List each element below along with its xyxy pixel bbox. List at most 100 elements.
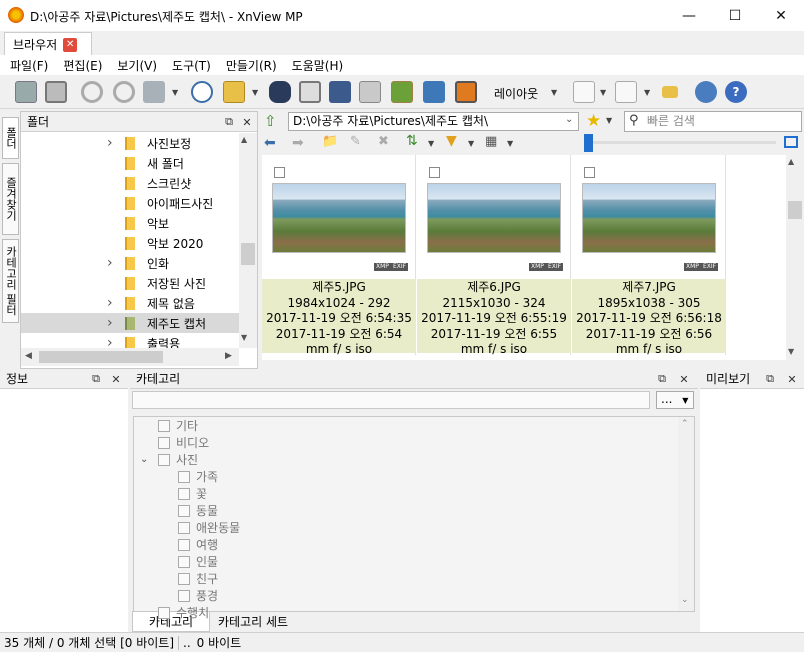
- folder-item[interactable]: 악보 2020: [21, 233, 239, 253]
- category-checkbox[interactable]: [178, 589, 190, 602]
- folder-item[interactable]: 새 폴더: [21, 153, 239, 173]
- category-more-button[interactable]: ... ▼: [656, 391, 694, 409]
- chevron-right-icon[interactable]: ›: [107, 135, 113, 151]
- chevron-right-icon[interactable]: ›: [107, 255, 113, 271]
- panel-float-icon[interactable]: ⧉: [654, 371, 670, 387]
- zoom-slider[interactable]: [584, 141, 776, 144]
- category-item[interactable]: 수행치: [134, 604, 674, 621]
- view-mode-icon[interactable]: ▦: [485, 134, 497, 149]
- filter-icon[interactable]: ▼: [446, 133, 457, 149]
- print-button[interactable]: [296, 78, 324, 106]
- tab-browser[interactable]: 브라우저 ✕: [4, 32, 92, 56]
- category-checkbox[interactable]: [178, 555, 190, 568]
- view-mode-dropdown-icon[interactable]: ▼: [507, 139, 513, 148]
- side-tab-category-filter[interactable]: 카테고리 필터: [2, 239, 19, 323]
- category-item[interactable]: 꽃: [134, 485, 674, 502]
- folder-item[interactable]: 악보: [21, 213, 239, 233]
- batch-convert-button[interactable]: [326, 78, 354, 106]
- back-arrow-icon[interactable]: ⬅: [264, 135, 276, 151]
- folder-item[interactable]: › 제주도 캡처: [21, 313, 239, 333]
- settings-button[interactable]: [692, 78, 720, 106]
- scroll-right-icon[interactable]: ▶: [225, 351, 232, 361]
- category-checkbox[interactable]: [178, 572, 190, 585]
- panel-close-icon[interactable]: ✕: [239, 114, 255, 130]
- folder-item[interactable]: 저장된 사진: [21, 273, 239, 293]
- delete-icon[interactable]: ✖: [378, 134, 389, 149]
- thumbnail-checkbox[interactable]: [429, 167, 440, 178]
- folder-item[interactable]: › 사진보정: [21, 133, 239, 153]
- category-item[interactable]: 친구: [134, 570, 674, 587]
- filter-dropdown-icon[interactable]: ▼: [468, 139, 474, 148]
- quick-search-input[interactable]: 빠른 검색: [624, 111, 802, 132]
- favorite-star-icon[interactable]: ★: [586, 111, 601, 131]
- browser-vertical-scrollbar[interactable]: ▲ ▼: [786, 155, 804, 360]
- category-checkbox[interactable]: [158, 419, 170, 432]
- category-checkbox[interactable]: [178, 504, 190, 517]
- thumbnail-item[interactable]: XMP EXIF 제주5.JPG 1984x1024 - 292 2017-11-19 …: [262, 155, 416, 356]
- menu-file[interactable]: 파일(F): [4, 57, 54, 74]
- properties-button[interactable]: [188, 78, 216, 106]
- layout-button[interactable]: 레이아웃: [494, 85, 538, 102]
- minimize-button[interactable]: —: [666, 0, 712, 31]
- forward-arrow-icon[interactable]: ➡: [292, 135, 304, 151]
- category-item[interactable]: 비디오: [134, 434, 674, 451]
- category-checkbox[interactable]: [178, 487, 190, 500]
- category-checkbox[interactable]: [178, 521, 190, 534]
- zoom-slider-thumb[interactable]: [584, 134, 593, 152]
- transform-dropdown-icon[interactable]: ▼: [172, 88, 178, 97]
- rotate-right-button[interactable]: [110, 78, 138, 106]
- panel-float-icon[interactable]: ⧉: [221, 114, 237, 130]
- panel-close-icon[interactable]: ✕: [676, 371, 692, 387]
- category-checkbox[interactable]: [158, 436, 170, 449]
- menu-view[interactable]: 보기(V): [111, 57, 163, 74]
- category-item[interactable]: 여행: [134, 536, 674, 553]
- category-checkbox[interactable]: [178, 470, 190, 483]
- category-item[interactable]: 동물: [134, 502, 674, 519]
- filmstrip-button[interactable]: [612, 78, 640, 106]
- category-search-input[interactable]: [132, 391, 650, 409]
- side-tab-favorites[interactable]: 즐겨찾기: [2, 163, 19, 235]
- fullscreen-button[interactable]: [42, 78, 70, 106]
- slideshow-button[interactable]: [388, 78, 416, 106]
- chevron-down-icon[interactable]: ⌄: [140, 454, 148, 465]
- menu-edit[interactable]: 편집(E): [57, 57, 108, 74]
- filmstrip-dropdown-icon[interactable]: ▼: [644, 88, 650, 97]
- compare-button[interactable]: [570, 78, 598, 106]
- category-item[interactable]: 애완동물: [134, 519, 674, 536]
- category-item[interactable]: 인물: [134, 553, 674, 570]
- folder-tree-button[interactable]: [656, 78, 684, 106]
- scroll-up-icon[interactable]: ▲: [241, 135, 247, 144]
- category-item[interactable]: ⌄ 사진: [134, 451, 674, 468]
- rename-icon[interactable]: ✎: [350, 134, 361, 149]
- compare-dropdown-icon[interactable]: ▼: [600, 88, 606, 97]
- close-window-button[interactable]: ✕: [758, 0, 804, 31]
- category-checkbox[interactable]: [158, 606, 170, 619]
- menu-help[interactable]: 도움말(H): [286, 57, 350, 74]
- panel-float-icon[interactable]: ⧉: [762, 371, 778, 387]
- scroll-down-icon[interactable]: ⌄: [681, 595, 689, 605]
- transform-button[interactable]: [140, 78, 168, 106]
- batch-rename-button[interactable]: [356, 78, 384, 106]
- new-folder-icon[interactable]: 📁: [322, 134, 338, 149]
- find-button[interactable]: [266, 78, 294, 106]
- category-item[interactable]: 기타: [134, 417, 674, 434]
- folder-item[interactable]: › 인화: [21, 253, 239, 273]
- menu-create[interactable]: 만들기(R): [220, 57, 283, 74]
- folder-horizontal-scrollbar[interactable]: ◀ ▶: [21, 348, 239, 366]
- category-checkbox[interactable]: [178, 538, 190, 551]
- help-button[interactable]: ?: [722, 78, 750, 106]
- hscroll-thumb[interactable]: [39, 351, 163, 363]
- desktop-wallpaper-button[interactable]: [452, 78, 480, 106]
- chevron-right-icon[interactable]: ›: [107, 295, 113, 311]
- panel-close-icon[interactable]: ✕: [784, 371, 800, 387]
- panel-close-icon[interactable]: ✕: [108, 371, 124, 387]
- layout-dropdown-icon[interactable]: ▼: [551, 88, 557, 97]
- panel-float-icon[interactable]: ⧉: [88, 371, 104, 387]
- rotate-left-button[interactable]: [78, 78, 106, 106]
- thumbnail-item[interactable]: XMP EXIF 제주6.JPG 2115x1030 - 324 2017-11-19 …: [417, 155, 571, 356]
- acquire-button[interactable]: [12, 78, 40, 106]
- scroll-up-icon[interactable]: ⌃: [681, 419, 689, 429]
- folder-item[interactable]: 아이패드사진: [21, 193, 239, 213]
- category-vertical-scrollbar[interactable]: ⌃ ⌄: [678, 417, 694, 611]
- parent-folder-icon[interactable]: ⇧: [264, 112, 282, 130]
